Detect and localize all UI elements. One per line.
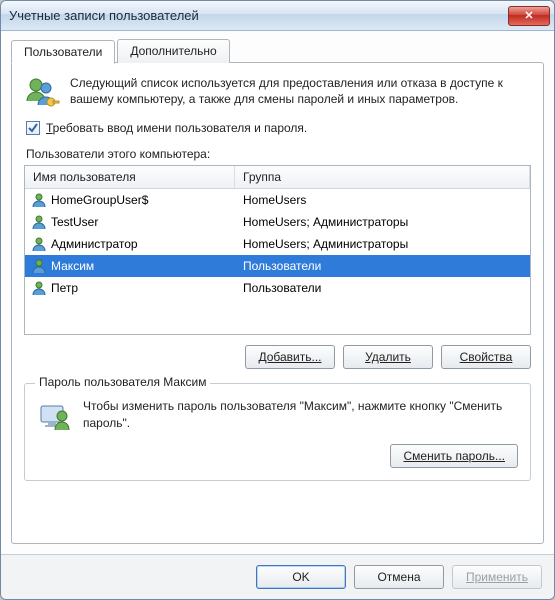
table-row[interactable]: Максим Пользователи (25, 255, 530, 277)
password-groupbox-title: Пароль пользователя Максим (35, 375, 210, 389)
require-credentials-checkbox[interactable] (26, 121, 40, 135)
table-row[interactable]: Администратор HomeUsers; Администраторы (25, 233, 530, 255)
cell-group: Пользователи (235, 259, 530, 273)
apply-button[interactable]: Применить (452, 565, 542, 589)
col-group[interactable]: Группа (235, 166, 530, 188)
require-credentials-row[interactable]: Требовать ввод имени пользователя и паро… (26, 121, 531, 135)
bottom-bar: OK Отмена Применить (1, 554, 554, 599)
close-button[interactable]: ✕ (508, 6, 550, 26)
username-text: Петр (51, 281, 78, 295)
user-accounts-window: Учетные записи пользователей ✕ Пользоват… (0, 0, 555, 600)
tab-users[interactable]: Пользователи (11, 40, 115, 64)
user-icon (31, 258, 47, 274)
username-text: Максим (51, 259, 94, 273)
password-groupbox: Пароль пользователя Максим Чтобы изменит… (24, 383, 531, 481)
tab-advanced[interactable]: Дополнительно (117, 39, 229, 63)
list-header[interactable]: Имя пользователя Группа (25, 166, 530, 189)
cell-username: Администратор (25, 236, 235, 252)
titlebar[interactable]: Учетные записи пользователей ✕ (1, 1, 554, 31)
content-area: Пользователи Дополнительно Следующий спи… (1, 31, 554, 554)
user-icon (31, 236, 47, 252)
cell-group: HomeUsers (235, 193, 530, 207)
check-icon (28, 123, 38, 133)
table-row[interactable]: HomeGroupUser$ HomeUsers (25, 189, 530, 211)
cell-username: Петр (25, 280, 235, 296)
close-icon: ✕ (524, 9, 533, 22)
add-button[interactable]: Добавить... (245, 345, 335, 369)
cell-username: HomeGroupUser$ (25, 192, 235, 208)
table-row[interactable]: TestUser HomeUsers; Администраторы (25, 211, 530, 233)
username-text: Администратор (51, 237, 138, 251)
intro-text: Следующий список используется для предос… (70, 75, 531, 111)
cell-username: TestUser (25, 214, 235, 230)
username-text: HomeGroupUser$ (51, 193, 148, 207)
intro-row: Следующий список используется для предос… (24, 75, 531, 111)
list-body: HomeGroupUser$ HomeUsers TestUser HomeUsers… (25, 189, 530, 299)
user-icon (31, 214, 47, 230)
users-keys-icon (24, 75, 60, 111)
cancel-button[interactable]: Отмена (354, 565, 444, 589)
cell-group: HomeUsers; Администраторы (235, 237, 530, 251)
username-text: TestUser (51, 215, 98, 229)
remove-button[interactable]: Удалить (343, 345, 433, 369)
table-row[interactable]: Петр Пользователи (25, 277, 530, 299)
cell-group: HomeUsers; Администраторы (235, 215, 530, 229)
cell-group: Пользователи (235, 281, 530, 295)
require-credentials-label: Требовать ввод имени пользователя и паро… (46, 121, 307, 135)
users-list[interactable]: Имя пользователя Группа HomeGroupUser$Ho… (24, 165, 531, 335)
cell-username: Максим (25, 258, 235, 274)
change-password-button[interactable]: Сменить пароль... (390, 444, 518, 468)
user-monitor-icon (37, 398, 73, 434)
password-text: Чтобы изменить пароль пользователя "Макс… (83, 398, 518, 432)
list-buttons: Добавить... Удалить Свойства (24, 345, 531, 369)
ok-button[interactable]: OK (256, 565, 346, 589)
col-username[interactable]: Имя пользователя (25, 166, 235, 188)
users-list-label: Пользователи этого компьютера: (26, 147, 531, 161)
window-title: Учетные записи пользователей (9, 8, 506, 23)
tab-strip: Пользователи Дополнительно (11, 39, 544, 63)
properties-button[interactable]: Свойства (441, 345, 531, 369)
tab-panel-users: Следующий список используется для предос… (11, 62, 544, 544)
user-icon (31, 280, 47, 296)
user-icon (31, 192, 47, 208)
